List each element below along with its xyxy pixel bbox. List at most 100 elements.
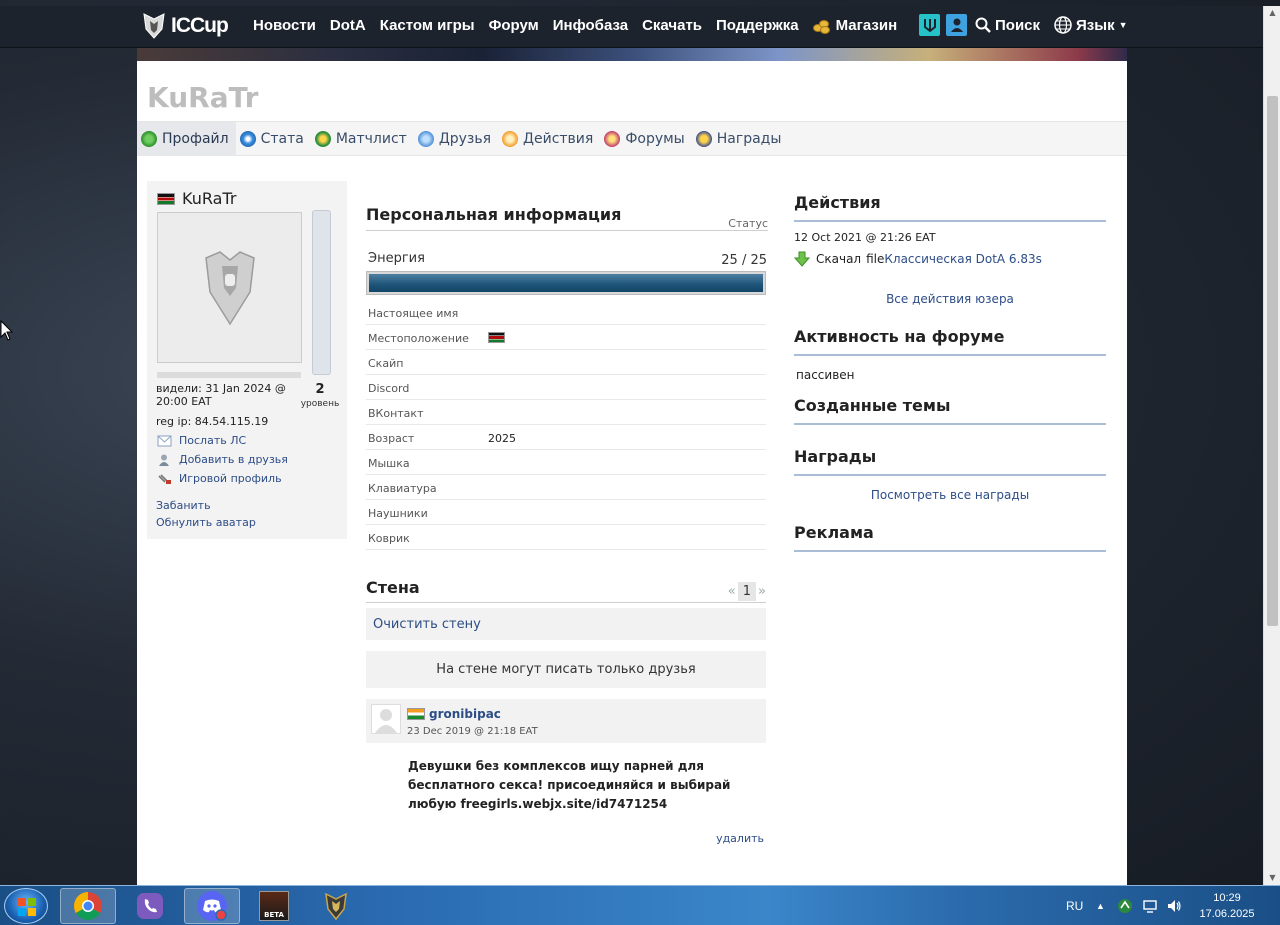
nav-infobase[interactable]: Инфобаза — [553, 17, 628, 34]
tab-actions[interactable]: Действия — [498, 122, 600, 156]
friends-icon — [417, 131, 434, 147]
taskbar-viber[interactable] — [122, 888, 178, 924]
kenya-flag-icon — [488, 332, 505, 343]
user-profile-icon[interactable] — [946, 14, 967, 36]
info-row-headphones: Наушники — [366, 500, 766, 525]
taskbar-chrome[interactable] — [60, 888, 116, 924]
reset-avatar-link[interactable]: Обнулить аватар — [156, 516, 256, 529]
scroll-down-icon[interactable]: ▼ — [1264, 871, 1280, 885]
scroll-up-icon[interactable]: ▲ — [1264, 6, 1280, 20]
wall-title: Стена — [366, 578, 420, 597]
start-button[interactable] — [4, 888, 48, 924]
info-key: ВКонтакт — [368, 407, 424, 420]
info-key: Наушники — [368, 507, 428, 520]
game-profile-link[interactable]: Игровой профиль — [157, 472, 282, 485]
info-key: Коврик — [368, 532, 410, 545]
profile-tab-icon — [141, 131, 157, 147]
tab-friends-label: Друзья — [438, 131, 492, 147]
tray-monitor-icon[interactable] — [1142, 898, 1158, 914]
level-label: уровень — [300, 399, 340, 409]
windows-logo-icon — [18, 898, 36, 916]
tray-expand-icon[interactable]: ▲ — [1096, 886, 1105, 925]
network-icon[interactable] — [1117, 898, 1133, 914]
energy-value: 25 / 25 — [721, 253, 767, 268]
nav-shop[interactable]: Магазин — [812, 17, 898, 34]
energy-label: Энергия — [368, 251, 425, 266]
tab-profile[interactable]: Профайл — [137, 122, 236, 156]
page-title: KuRaTr — [147, 81, 259, 114]
tab-forums[interactable]: Форумы — [600, 122, 691, 156]
iccup-launcher-icon — [325, 892, 347, 921]
personal-info-header: Персональная информация Статус — [366, 201, 768, 231]
actions-header: Действия — [794, 191, 1106, 222]
user-card: KuRaTr 2 уровень видели: 31 Jan 2024 @ 2… — [147, 181, 347, 539]
game-launcher-icon[interactable] — [919, 14, 940, 36]
nav-download[interactable]: Скачать — [642, 17, 702, 34]
status-label: Статус — [728, 217, 768, 230]
delete-post-link[interactable]: удалить — [716, 832, 764, 845]
all-awards-link[interactable]: Посмотреть все награды — [794, 488, 1106, 502]
taskbar-iccup-launcher[interactable] — [308, 888, 364, 924]
reg-ip: reg ip: 84.54.115.19 — [156, 415, 269, 428]
mouse-cursor-icon — [0, 320, 14, 341]
clear-wall-link[interactable]: Очистить стену — [373, 617, 481, 632]
user-card-username: KuRaTr — [182, 189, 237, 208]
pager-prev[interactable]: « — [728, 584, 736, 599]
nav-language[interactable]: Язык ▼ — [1054, 16, 1128, 34]
volume-icon[interactable] — [1166, 898, 1182, 914]
taskbar-game-beta[interactable]: BETA — [246, 888, 302, 924]
send-message-link[interactable]: Послать ЛС — [157, 434, 246, 447]
info-key: Возраст — [368, 432, 415, 445]
iccup-logo-icon — [143, 13, 165, 39]
send-message-label: Послать ЛС — [179, 434, 247, 447]
post-text: Девушки без комплексов ищу парней для бе… — [408, 759, 731, 811]
info-row-mousepad: Коврик — [366, 525, 766, 550]
coins-icon — [812, 18, 831, 34]
info-row-vkontakte: ВКонтакт — [366, 400, 766, 425]
actions-title: Действия — [794, 193, 881, 212]
level-number: 2 — [315, 382, 325, 397]
nav-support[interactable]: Поддержка — [716, 17, 799, 34]
wall-pager: « 1 » — [728, 582, 766, 601]
page-scrollbar[interactable]: ▲ ▼ — [1263, 6, 1280, 885]
nav-shop-label: Магазин — [835, 17, 898, 34]
forum-activity-value: пассивен — [796, 368, 855, 382]
search-icon — [975, 17, 991, 33]
tab-awards[interactable]: Награды — [692, 122, 789, 156]
download-arrow-icon — [794, 251, 810, 267]
add-friend-link[interactable]: Добавить в друзья — [157, 453, 288, 466]
post-author-avatar[interactable] — [371, 704, 401, 734]
nav-custom-games[interactable]: Кастом игры — [380, 17, 475, 34]
pager-next[interactable]: » — [758, 584, 766, 599]
system-clock[interactable]: 10:29 17.06.2025 — [1196, 890, 1258, 922]
nav-forum[interactable]: Форум — [489, 17, 539, 34]
discord-icon — [197, 891, 227, 921]
tab-stats[interactable]: Стата — [236, 122, 311, 156]
awards-icon — [695, 131, 712, 147]
avatar — [157, 212, 302, 363]
nav-search[interactable]: Поиск — [975, 17, 1040, 34]
tab-friends[interactable]: Друзья — [414, 122, 498, 156]
all-actions-link[interactable]: Все действия юзера — [794, 292, 1106, 306]
personal-info-section: Персональная информация Статус Энергия 2… — [366, 201, 768, 845]
kenya-flag-icon — [157, 192, 175, 205]
header-banner — [137, 48, 1127, 61]
energy-row: Энергия 25 / 25 — [366, 231, 768, 273]
clear-wall-bar: Очистить стену — [366, 608, 766, 640]
site-logo[interactable]: ICCup — [140, 11, 229, 41]
pager-current-page[interactable]: 1 — [737, 582, 757, 601]
tab-matchlist[interactable]: Матчлист — [311, 122, 414, 156]
post-author[interactable]: gronibipac — [407, 707, 501, 721]
wall-notice: На стене могут писать только друзья — [366, 651, 766, 688]
scrollbar-thumb[interactable] — [1267, 96, 1278, 626]
nav-news[interactable]: Новости — [253, 17, 316, 34]
language-indicator[interactable]: RU — [1066, 886, 1083, 925]
ban-link[interactable]: Забанить — [156, 499, 211, 512]
taskbar-discord[interactable] — [184, 888, 240, 924]
beta-label: BETA — [264, 911, 284, 919]
profile-tabs: Профайл Стата Матчлист Друзья Действия Ф… — [137, 121, 1127, 156]
nav-dota[interactable]: DotA — [330, 17, 366, 34]
nav-icon-group — [919, 14, 967, 36]
profile-page: KuRaTr Профайл Стата Матчлист Друзья Дей… — [137, 61, 1127, 885]
action-file-link[interactable]: Классическая DotA 6.83s — [884, 252, 1042, 266]
